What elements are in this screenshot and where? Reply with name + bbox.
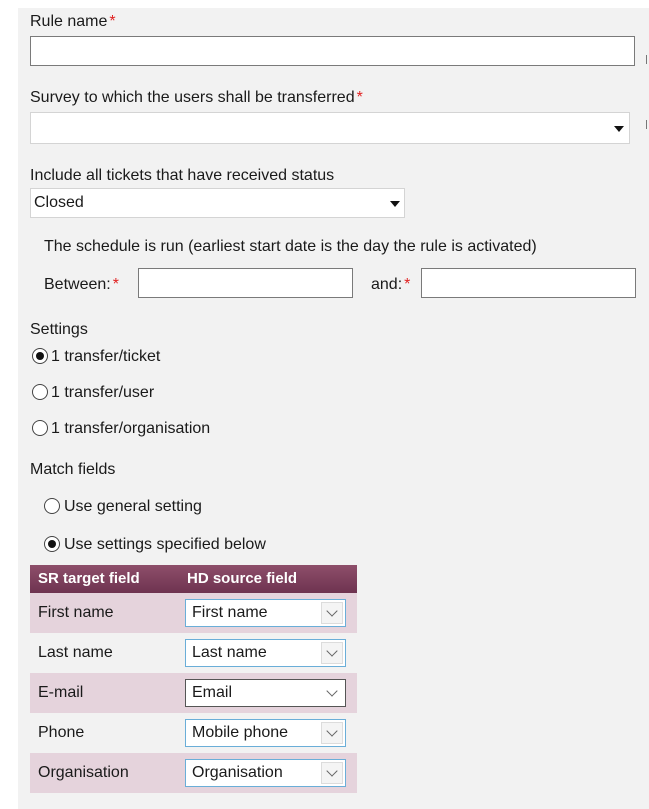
radio-transfer-user[interactable] [32, 384, 48, 400]
required-asterisk: * [404, 276, 411, 293]
and-label: and: * [371, 276, 411, 293]
rule-name-label: Rule name * [30, 13, 116, 30]
radio-use-general-setting-label: Use general setting [64, 498, 202, 515]
status-select[interactable]: Closed [30, 188, 405, 218]
target-field-name: First name [38, 604, 114, 621]
source-field-select[interactable]: Last name [185, 639, 346, 667]
source-field-value: Mobile phone [192, 724, 289, 741]
dropdown-button[interactable] [321, 602, 343, 624]
match-fields-heading: Match fields [30, 461, 116, 478]
source-field-value: First name [192, 604, 268, 621]
scroll-edge-marker [646, 55, 647, 64]
survey-label: Survey to which the users shall be trans… [30, 89, 363, 106]
status-selected-value: Closed [34, 194, 84, 211]
field-mapping-table: SR target field HD source field First na… [30, 565, 357, 793]
target-field-name: E-mail [38, 684, 84, 701]
dropdown-button[interactable] [321, 762, 343, 784]
and-date-input[interactable] [421, 268, 636, 298]
caret-down-icon [390, 201, 400, 207]
radio-transfer-user-label: 1 transfer/user [51, 384, 155, 401]
target-field-name: Organisation [38, 764, 129, 781]
column-header-source: HD source field [187, 570, 298, 587]
table-header: SR target field HD source field [30, 565, 357, 593]
radio-transfer-organisation-label: 1 transfer/organisation [51, 420, 211, 437]
between-date-input[interactable] [138, 268, 353, 298]
source-field-select[interactable]: Organisation [185, 759, 346, 787]
radio-use-specified-settings-label: Use settings specified below [64, 536, 266, 553]
settings-heading: Settings [30, 321, 88, 338]
radio-use-general-setting[interactable] [44, 498, 60, 514]
radio-transfer-ticket[interactable] [32, 348, 48, 364]
chevron-down-icon [326, 605, 338, 617]
table-row: Phone Mobile phone [30, 713, 357, 753]
dropdown-button[interactable] [321, 642, 343, 664]
chevron-down-icon [326, 645, 338, 657]
source-field-select[interactable]: First name [185, 599, 346, 627]
survey-select[interactable] [30, 112, 630, 144]
chevron-down-icon [326, 765, 338, 777]
target-field-name: Phone [38, 724, 85, 741]
rule-name-input[interactable] [30, 36, 635, 66]
source-field-value: Last name [192, 644, 267, 661]
required-asterisk: * [356, 89, 363, 106]
chevron-down-icon [326, 685, 338, 697]
source-field-value: Email [192, 684, 233, 701]
required-asterisk: * [112, 276, 119, 293]
radio-use-specified-settings[interactable] [44, 536, 60, 552]
between-label: Between: * [44, 276, 119, 293]
radio-transfer-ticket-label: 1 transfer/ticket [51, 348, 161, 365]
table-row: First name First name [30, 593, 357, 633]
table-row: Last name Last name [30, 633, 357, 673]
dropdown-button[interactable] [321, 682, 343, 704]
dropdown-button[interactable] [321, 722, 343, 744]
caret-down-icon [614, 126, 624, 132]
radio-transfer-organisation[interactable] [32, 420, 48, 436]
table-row: E-mail Email [30, 673, 357, 713]
source-field-select[interactable]: Mobile phone [185, 719, 346, 747]
schedule-description: The schedule is run (earliest start date… [44, 238, 537, 255]
column-header-target: SR target field [38, 570, 140, 587]
table-row: Organisation Organisation [30, 753, 357, 793]
include-status-label: Include all tickets that have received s… [30, 167, 335, 184]
source-field-value: Organisation [192, 764, 283, 781]
chevron-down-icon [326, 725, 338, 737]
scroll-edge-marker [646, 120, 647, 129]
target-field-name: Last name [38, 644, 113, 661]
required-asterisk: * [109, 13, 116, 30]
source-field-select[interactable]: Email [185, 679, 346, 707]
